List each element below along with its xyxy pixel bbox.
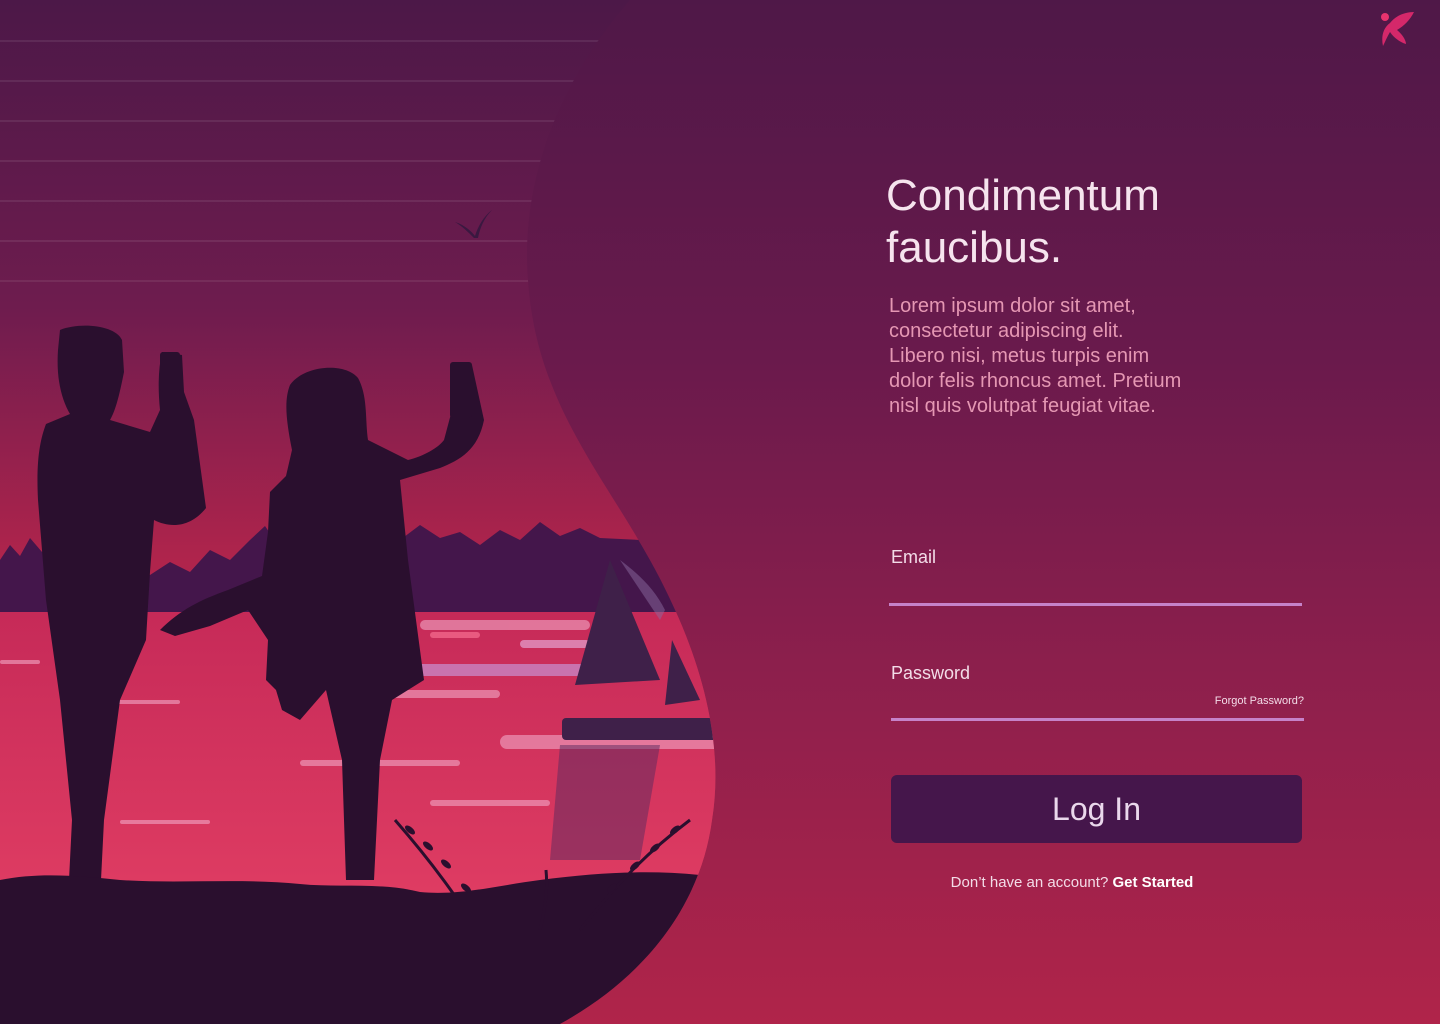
signup-row: Don’t have an account? Get Started [891, 874, 1253, 892]
password-input[interactable] [891, 688, 1175, 718]
email-underline [889, 603, 1302, 606]
page-title: Condimentum faucibus. [886, 171, 1160, 272]
password-label: Password [891, 663, 971, 683]
grass-foreground [0, 872, 716, 1024]
email-label: Email [891, 547, 937, 567]
email-input[interactable] [891, 572, 1305, 602]
password-underline [891, 718, 1304, 721]
forgot-password-link[interactable]: Forgot Password? [1180, 694, 1304, 708]
get-started-link[interactable]: Get Started [1112, 874, 1193, 891]
page-description: Lorem ipsum dolor sit amet, consectetur … [889, 295, 1182, 417]
signup-prompt: Don’t have an account? [950, 874, 1109, 891]
butterfly-logo-icon[interactable] [1376, 10, 1416, 50]
hero-illustration [0, 0, 716, 1024]
login-button[interactable]: Log In [891, 775, 1302, 843]
